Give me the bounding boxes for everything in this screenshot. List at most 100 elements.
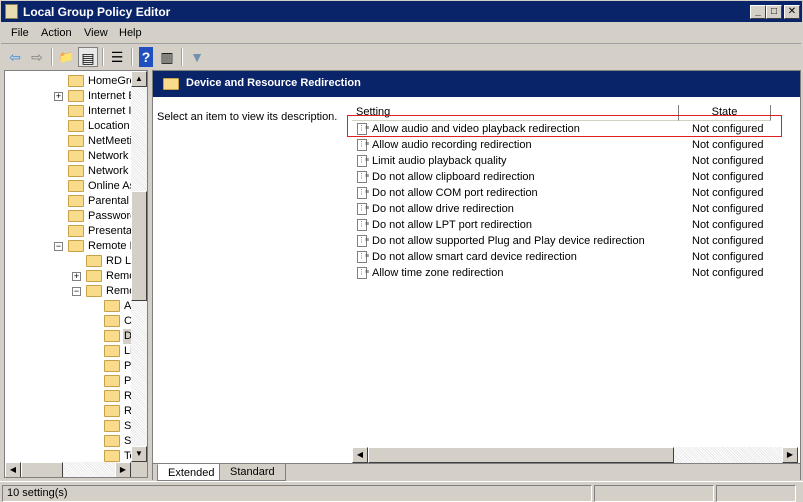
setting-name: Do not allow drive redirection <box>372 203 514 215</box>
scroll-right-button[interactable]: ▶ <box>782 447 798 463</box>
tree-vertical-scrollbar[interactable]: ▲ ▼ <box>131 71 147 462</box>
tree-item[interactable]: Internet E <box>87 89 137 104</box>
setting-name: Limit audio playback quality <box>372 155 507 167</box>
policy-setting-icon: ⋮≡ <box>357 155 369 167</box>
expander-icon[interactable]: − <box>54 242 63 251</box>
table-row[interactable]: ⋮≡ Allow audio recording redirection Not c… <box>353 137 798 153</box>
policy-setting-icon: ⋮≡ <box>357 219 369 231</box>
menu-help[interactable]: Help <box>119 27 142 39</box>
expander-icon[interactable]: − <box>72 287 81 296</box>
policy-setting-icon: ⋮≡ <box>357 171 369 183</box>
show-hide-tree-icon[interactable]: ▤ <box>78 47 98 67</box>
expander-icon[interactable]: + <box>54 92 63 101</box>
folder-icon <box>104 435 120 447</box>
title-bar: Local Group Policy Editor _ □ ✕ <box>0 0 803 22</box>
scroll-left-button[interactable]: ◀ <box>352 447 368 463</box>
setting-name: Allow audio recording redirection <box>372 139 532 151</box>
folder-icon <box>68 105 84 117</box>
setting-state: Not configured <box>692 203 764 215</box>
folder-icon <box>104 420 120 432</box>
tree-horizontal-scrollbar[interactable]: ◀ ▶ <box>5 462 131 477</box>
table-row[interactable]: ⋮≡ Allow time zone redirection Not configu… <box>353 265 798 281</box>
folder-icon <box>68 150 84 162</box>
scroll-up-button[interactable]: ▲ <box>131 71 147 87</box>
setting-state: Not configured <box>692 171 764 183</box>
back-arrow-icon[interactable]: ⇦ <box>5 47 25 67</box>
pane-header: Device and Resource Redirection <box>153 71 800 97</box>
menu-action[interactable]: Action <box>41 27 72 39</box>
folder-icon <box>68 180 84 192</box>
tree-pane: HomeGrou + Internet E Internet I Location aN… <box>4 70 148 478</box>
help-icon[interactable]: ? <box>139 47 153 67</box>
pane-title: Device and Resource Redirection <box>186 77 361 89</box>
table-row[interactable]: ⋮≡ Do not allow LPT port redirection Not c… <box>353 217 798 233</box>
scroll-right-button[interactable]: ▶ <box>115 462 131 477</box>
setting-state: Not configured <box>692 235 764 247</box>
folder-icon <box>68 195 84 207</box>
status-panel <box>716 485 796 502</box>
window-title: Local Group Policy Editor <box>23 5 171 19</box>
menu-view[interactable]: View <box>84 27 108 39</box>
folder-icon <box>104 300 120 312</box>
maximize-button[interactable]: □ <box>766 5 782 19</box>
setting-name: Do not allow supported Plug and Play dev… <box>372 235 645 247</box>
folder-icon <box>68 75 84 87</box>
scroll-left-button[interactable]: ◀ <box>5 462 21 477</box>
folder-icon <box>86 285 102 297</box>
table-row[interactable]: ⋮≡ Do not allow smart card device redirec… <box>353 249 798 265</box>
folder-icon <box>68 210 84 222</box>
show-action-pane-icon[interactable]: ▥ <box>157 47 177 67</box>
scroll-thumb[interactable] <box>368 447 674 463</box>
table-row[interactable]: ⋮≡ Do not allow supported Plug and Play d… <box>353 233 798 249</box>
setting-name: Do not allow LPT port redirection <box>372 219 532 231</box>
menu-file[interactable]: File <box>11 27 29 39</box>
setting-state: Not configured <box>692 267 764 279</box>
scroll-thumb[interactable] <box>131 191 147 301</box>
policy-setting-icon: ⋮≡ <box>357 187 369 199</box>
policy-setting-icon: ⋮≡ <box>357 251 369 263</box>
toolbar-separator <box>102 48 104 66</box>
folder-icon <box>68 165 84 177</box>
scroll-down-button[interactable]: ▼ <box>131 446 147 462</box>
status-panel <box>594 485 714 502</box>
setting-state: Not configured <box>692 155 764 167</box>
table-row[interactable]: ⋮≡ Do not allow clipboard redirection Not … <box>353 169 798 185</box>
tab-extended[interactable]: Extended <box>157 464 226 481</box>
setting-name: Allow time zone redirection <box>372 267 504 279</box>
forward-arrow-icon[interactable]: ⇨ <box>27 47 47 67</box>
up-folder-icon[interactable]: 📁 <box>56 47 76 67</box>
close-button[interactable]: ✕ <box>784 5 800 19</box>
setting-state: Not configured <box>692 251 764 263</box>
table-row[interactable]: ⋮≡ Do not allow drive redirection Not conf… <box>353 201 798 217</box>
setting-name: Do not allow clipboard redirection <box>372 171 535 183</box>
folder-icon <box>104 375 120 387</box>
tree-item[interactable]: Password <box>87 209 137 224</box>
tree-item[interactable]: Presentat <box>87 224 136 239</box>
toolbar: ⇦ ⇨ 📁 ▤ ☰ ? ▥ ▼ <box>1 45 801 69</box>
export-list-icon[interactable]: ☰ <box>107 47 127 67</box>
setting-state: Not configured <box>692 219 764 231</box>
table-row[interactable]: ⋮≡ Do not allow COM port redirection Not c… <box>353 185 798 201</box>
table-row[interactable]: ⋮≡ Limit audio playback quality Not config… <box>353 153 798 169</box>
folder-icon <box>68 135 84 147</box>
scroll-thumb[interactable] <box>21 462 63 477</box>
tree-item[interactable]: Internet I <box>87 104 132 119</box>
policy-setting-icon: ⋮≡ <box>357 139 369 151</box>
folder-icon <box>104 450 120 462</box>
folder-icon <box>104 390 120 402</box>
filter-icon[interactable]: ▼ <box>187 47 207 67</box>
description-text: Select an item to view its description. <box>157 111 338 123</box>
tab-standard[interactable]: Standard <box>219 464 286 481</box>
folder-icon <box>104 330 120 342</box>
folder-icon <box>163 78 179 90</box>
folder-icon <box>86 270 102 282</box>
folder-icon <box>68 240 84 252</box>
list-horizontal-scrollbar[interactable]: ◀ ▶ <box>352 447 798 463</box>
menu-bar: File Action View Help <box>1 22 801 44</box>
expander-icon[interactable]: + <box>72 272 81 281</box>
minimize-button[interactable]: _ <box>750 5 766 19</box>
setting-name: Do not allow COM port redirection <box>372 187 538 199</box>
highlight-box <box>347 115 782 137</box>
toolbar-separator <box>51 48 53 66</box>
scrollbar-corner <box>131 462 147 477</box>
